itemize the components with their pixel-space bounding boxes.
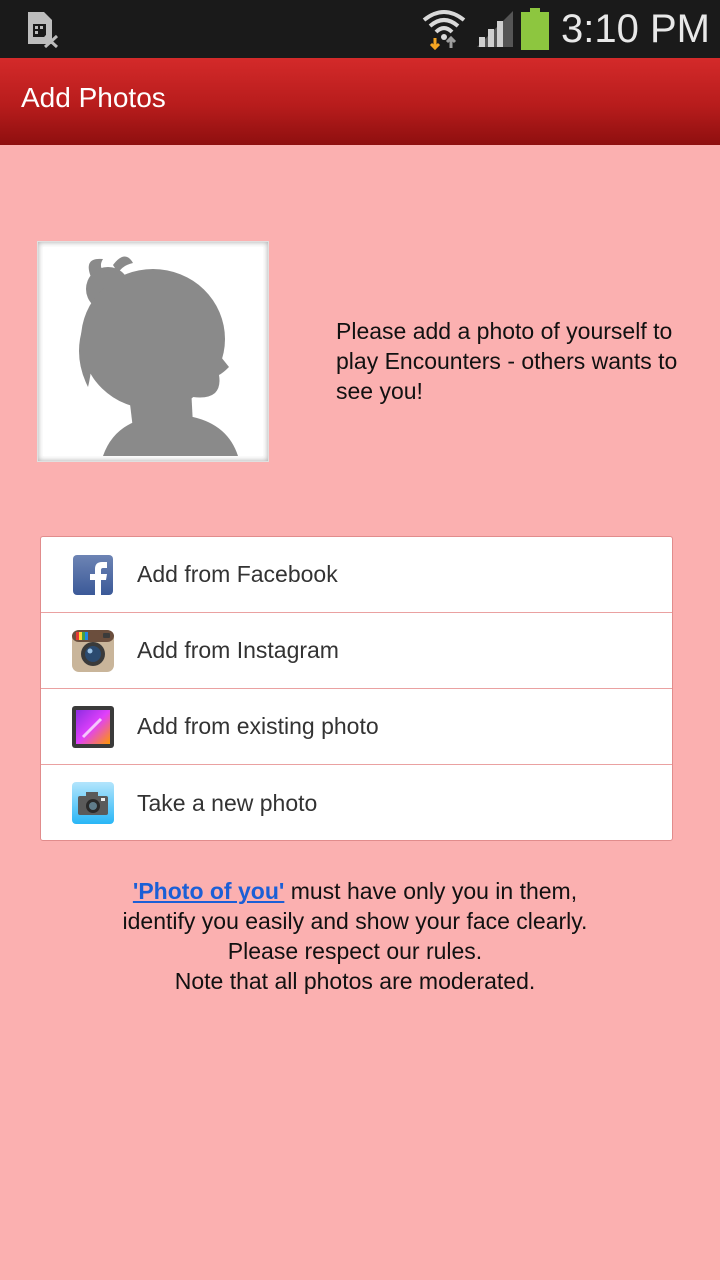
facebook-icon: [73, 555, 113, 595]
status-icons: 3:10 PM: [421, 0, 710, 58]
page-title: Add Photos: [21, 82, 166, 113]
camera-icon: [72, 782, 114, 824]
photo-of-you-link[interactable]: 'Photo of you': [133, 878, 284, 904]
rules-line-1-text: must have only you in them,: [284, 878, 578, 904]
take-new-photo-button[interactable]: Take a new photo: [41, 765, 672, 841]
wifi-icon: [422, 10, 466, 50]
rules-line-4: Note that all photos are moderated.: [174, 968, 536, 994]
profile-photo-inner: [43, 247, 263, 456]
rules-line-2: identify you easily and show your face c…: [122, 908, 588, 934]
option-label: Add from Facebook: [137, 561, 338, 587]
option-label: Add from existing photo: [137, 713, 379, 739]
photo-source-list: Add from Facebook Add from Instagram Add…: [40, 536, 673, 841]
sim-card-error-icon: [28, 12, 59, 48]
profile-photo-placeholder[interactable]: [37, 241, 269, 462]
signal-icon: [477, 11, 514, 47]
rules-line-3: Please respect our rules.: [227, 938, 483, 964]
instagram-icon: [72, 630, 114, 672]
option-label: Add from Instagram: [137, 637, 339, 663]
add-from-facebook-button[interactable]: Add from Facebook: [41, 537, 672, 613]
action-bar: Add Photos: [0, 58, 720, 145]
add-from-instagram-button[interactable]: Add from Instagram: [41, 613, 672, 689]
option-label: Take a new photo: [137, 789, 318, 816]
silhouette-icon: [43, 247, 263, 456]
status-bar: 3:10 PM: [0, 0, 720, 58]
add-photo-prompt: Please add a photo of yourself to play E…: [336, 318, 678, 404]
clock: 3:10 PM: [561, 6, 710, 51]
rules-line-1: 'Photo of you' must have only you in the…: [0, 876, 710, 906]
photo-rules: 'Photo of you' must have only you in the…: [0, 876, 710, 996]
battery-icon: [521, 8, 550, 50]
add-from-existing-photo-button[interactable]: Add from existing photo: [41, 689, 672, 765]
gallery-icon: [72, 706, 114, 748]
